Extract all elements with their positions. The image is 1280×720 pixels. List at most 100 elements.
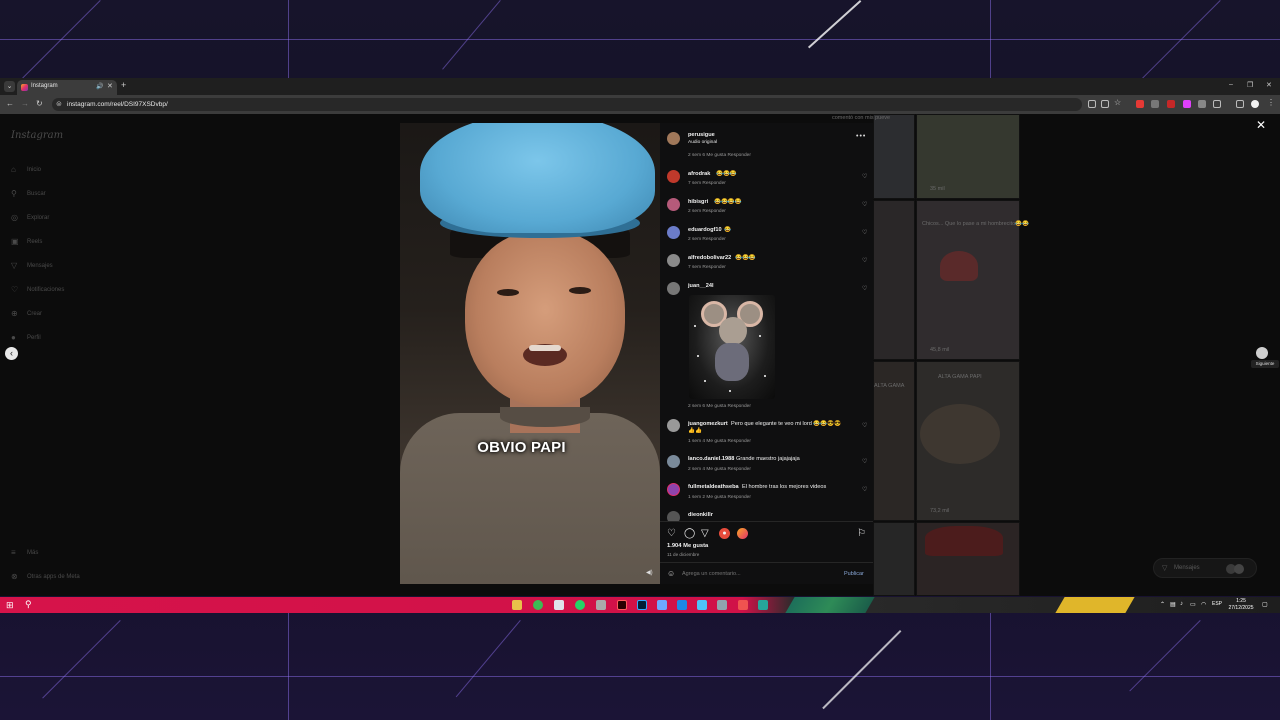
- author-avatar[interactable]: [667, 132, 680, 145]
- windows-start-icon[interactable]: ⊞: [6, 600, 14, 611]
- comment-username[interactable]: eduardogf10: [688, 227, 722, 233]
- like-heart-icon[interactable]: ♡: [667, 528, 676, 539]
- battery-icon[interactable]: ▭: [1190, 601, 1196, 608]
- close-tab-icon[interactable]: ✕: [107, 82, 113, 90]
- extension-pink-icon[interactable]: [1183, 100, 1191, 108]
- likes-count[interactable]: 1.904 Me gusta: [667, 543, 708, 549]
- emoji-icon[interactable]: ☺: [667, 569, 675, 578]
- face-shape: [465, 231, 625, 406]
- language-indicator[interactable]: ESP: [1212, 601, 1222, 607]
- user-avatar-icon[interactable]: [737, 528, 748, 539]
- search-icon[interactable]: ⚲: [25, 599, 32, 610]
- comment-username[interactable]: afrodrak: [688, 171, 710, 177]
- user-avatar-icon[interactable]: ●: [719, 528, 730, 539]
- author-username[interactable]: perusigue: [688, 132, 715, 138]
- reload-icon[interactable]: ↻: [36, 99, 43, 108]
- commenter-avatar[interactable]: [667, 254, 680, 267]
- like-comment-heart-icon[interactable]: ♡: [862, 422, 867, 429]
- menu-kebab-icon[interactable]: ⋮: [1267, 98, 1275, 107]
- next-tooltip: Siguiente: [1251, 360, 1279, 368]
- commenter-avatar[interactable]: [667, 483, 680, 496]
- post-comment-button[interactable]: Publicar: [844, 571, 864, 577]
- extensions-puzzle-icon[interactable]: [1213, 100, 1221, 108]
- sidebar-item-label: Más: [27, 550, 39, 556]
- new-tab-button[interactable]: +: [121, 80, 126, 90]
- comment-username[interactable]: juangomezkurt: [688, 421, 728, 427]
- like-comment-heart-icon[interactable]: ♡: [862, 229, 867, 236]
- messages-pill[interactable]: ▽ Mensajes: [1153, 558, 1257, 578]
- app-icon[interactable]: [758, 600, 768, 610]
- back-arrow-icon[interactable]: ←: [6, 99, 14, 108]
- app-icon[interactable]: [697, 600, 707, 610]
- extension-adblock-icon[interactable]: [1167, 100, 1175, 108]
- cast-icon[interactable]: [1088, 100, 1096, 108]
- instagram-logo[interactable]: Instagram: [11, 130, 63, 141]
- site-info-icon[interactable]: ⊜: [56, 100, 62, 108]
- volume-icon[interactable]: ♪: [1180, 601, 1183, 607]
- app-icon[interactable]: [657, 600, 667, 610]
- comment-username[interactable]: alfredobolivar22: [688, 255, 731, 261]
- commenter-avatar[interactable]: [667, 226, 680, 239]
- instagram-favicon-icon: [21, 84, 28, 91]
- commenter-avatar[interactable]: [667, 455, 680, 468]
- wifi-icon[interactable]: ◠: [1201, 601, 1206, 608]
- next-reel-button[interactable]: [1256, 347, 1268, 359]
- adobe-photoshop-icon[interactable]: [637, 600, 647, 610]
- comment-username[interactable]: juan__24l: [688, 283, 714, 289]
- forward-arrow-icon[interactable]: →: [21, 99, 29, 108]
- like-comment-heart-icon[interactable]: ♡: [862, 201, 867, 208]
- commenter-avatar[interactable]: [667, 419, 680, 432]
- speaker-icon[interactable]: 🔊: [96, 83, 103, 90]
- eye-off-icon[interactable]: [1101, 100, 1109, 108]
- app-icon[interactable]: [554, 600, 564, 610]
- app-icon[interactable]: [677, 600, 687, 610]
- like-comment-heart-icon[interactable]: ♡: [862, 257, 867, 264]
- comment-username[interactable]: lanco.daniel.1988: [688, 456, 734, 462]
- file-explorer-icon[interactable]: [512, 600, 522, 610]
- network-icon[interactable]: ▤: [1170, 601, 1176, 608]
- comment-bubble-icon[interactable]: ◯: [684, 528, 695, 539]
- wallpaper-line: [0, 676, 1280, 677]
- close-icon[interactable]: ✕: [1256, 118, 1266, 132]
- profile-avatar-icon[interactable]: [1251, 100, 1259, 108]
- notification-icon[interactable]: ▢: [1262, 601, 1268, 608]
- close-window-button[interactable]: ✕: [1266, 81, 1272, 89]
- commenter-avatar[interactable]: [667, 282, 680, 295]
- share-send-icon[interactable]: ▽: [701, 528, 709, 539]
- commenter-avatar[interactable]: [667, 170, 680, 183]
- speaker-icon[interactable]: ◀): [646, 569, 653, 576]
- commenter-avatar[interactable]: [667, 198, 680, 211]
- like-comment-heart-icon[interactable]: ♡: [862, 458, 867, 465]
- chevron-left-icon[interactable]: ‹: [5, 347, 18, 360]
- whatsapp-icon[interactable]: [575, 600, 585, 610]
- audio-label[interactable]: Audio original: [688, 140, 717, 145]
- add-comment-input[interactable]: [682, 571, 832, 577]
- extension-red-icon[interactable]: [1136, 100, 1144, 108]
- sidebar-icon[interactable]: [1236, 100, 1244, 108]
- adobe-illustrator-icon[interactable]: [617, 600, 627, 610]
- like-comment-heart-icon[interactable]: ♡: [862, 285, 867, 292]
- extension-gray-icon[interactable]: [1151, 100, 1159, 108]
- app-icon[interactable]: [738, 600, 748, 610]
- comment-gif-image[interactable]: [689, 295, 775, 399]
- address-bar[interactable]: ⊜ instagram.com/reel/DSI97XSDvbp/: [52, 98, 1082, 111]
- bookmark-star-icon[interactable]: ☆: [1114, 98, 1121, 107]
- like-comment-heart-icon[interactable]: ♡: [862, 173, 867, 180]
- tab-instagram[interactable]: Instagram 🔊 ✕: [17, 80, 117, 95]
- app-icon[interactable]: [596, 600, 606, 610]
- taskbar-clock[interactable]: 1:25 27/12/2025: [1226, 598, 1256, 612]
- tray-up-icon[interactable]: ⌃: [1160, 601, 1165, 608]
- app-icon[interactable]: [717, 600, 727, 610]
- comment-username[interactable]: hibisgri: [688, 199, 708, 205]
- comment-username[interactable]: dieonkillr: [688, 512, 713, 518]
- tab-search-button[interactable]: ⌄: [4, 81, 15, 92]
- reel-video[interactable]: OBVIO PAPI ◀): [400, 123, 660, 584]
- extension-gray2-icon[interactable]: [1198, 100, 1206, 108]
- like-comment-heart-icon[interactable]: ♡: [862, 486, 867, 493]
- minimize-button[interactable]: –: [1229, 81, 1233, 88]
- maximize-button[interactable]: ❐: [1247, 81, 1253, 89]
- more-options-icon[interactable]: •••: [856, 133, 866, 140]
- comment-username[interactable]: fullmetaldeathseba: [688, 484, 739, 490]
- save-bookmark-icon[interactable]: ⚐: [857, 528, 866, 539]
- chrome-icon[interactable]: [533, 600, 543, 610]
